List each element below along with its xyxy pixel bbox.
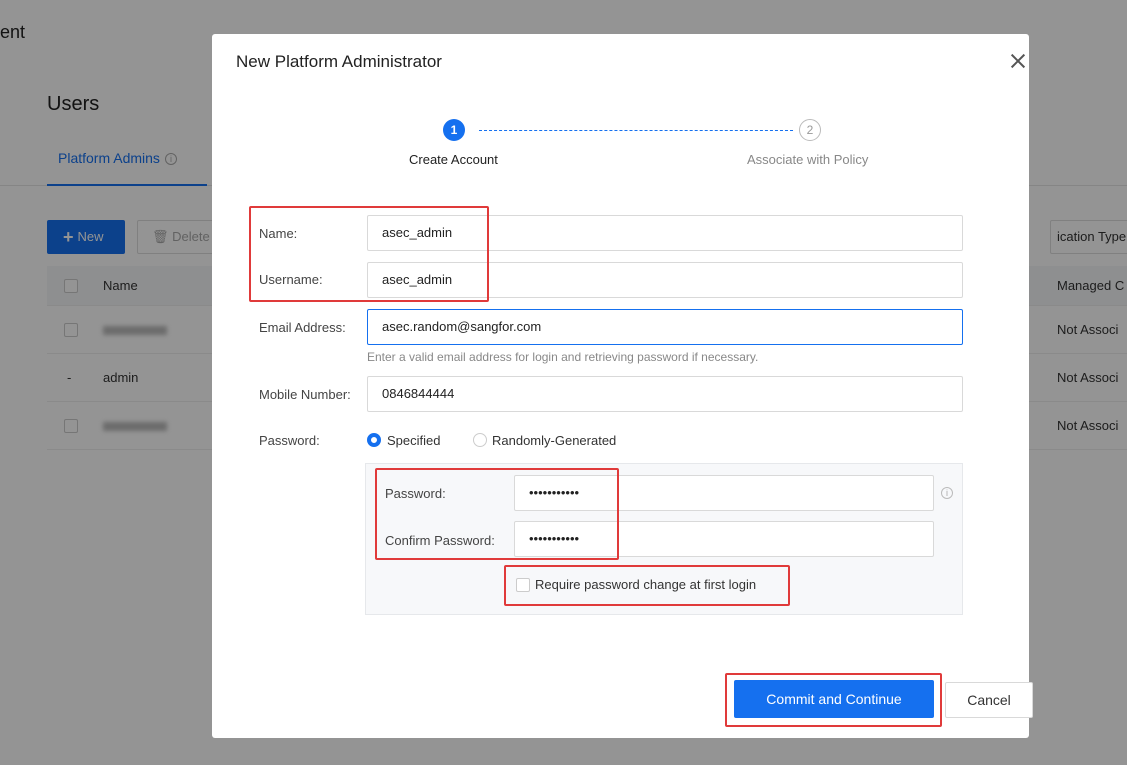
highlight-passwords (375, 468, 619, 560)
mobile-label: Mobile Number: (259, 387, 351, 402)
step-1-label: Create Account (409, 152, 498, 167)
email-hint: Enter a valid email address for login an… (367, 350, 759, 364)
cancel-button[interactable]: Cancel (945, 682, 1033, 718)
step-connector (479, 130, 793, 131)
highlight-commit-button (725, 673, 942, 727)
password-info-icon[interactable]: i (941, 487, 953, 499)
randomly-generated-radio[interactable] (473, 433, 487, 447)
mobile-input[interactable]: 0846844444 (367, 376, 963, 412)
randomly-generated-radio-label[interactable]: Randomly-Generated (492, 433, 616, 448)
new-admin-modal: New Platform Administrator 1 2 Create Ac… (212, 34, 1033, 738)
step-1-indicator: 1 (443, 119, 465, 141)
highlight-require-change (504, 565, 790, 606)
modal-title: New Platform Administrator (236, 52, 442, 71)
step-2-label: Associate with Policy (747, 152, 869, 167)
specified-radio-label[interactable]: Specified (387, 433, 440, 448)
email-label: Email Address: (259, 320, 346, 335)
highlight-name-username (249, 206, 489, 302)
close-icon[interactable] (1009, 52, 1027, 70)
password-mode-label: Password: (259, 433, 320, 448)
specified-radio[interactable] (367, 433, 381, 447)
email-input[interactable]: asec.random@sangfor.com (367, 309, 963, 345)
step-2-indicator: 2 (799, 119, 821, 141)
